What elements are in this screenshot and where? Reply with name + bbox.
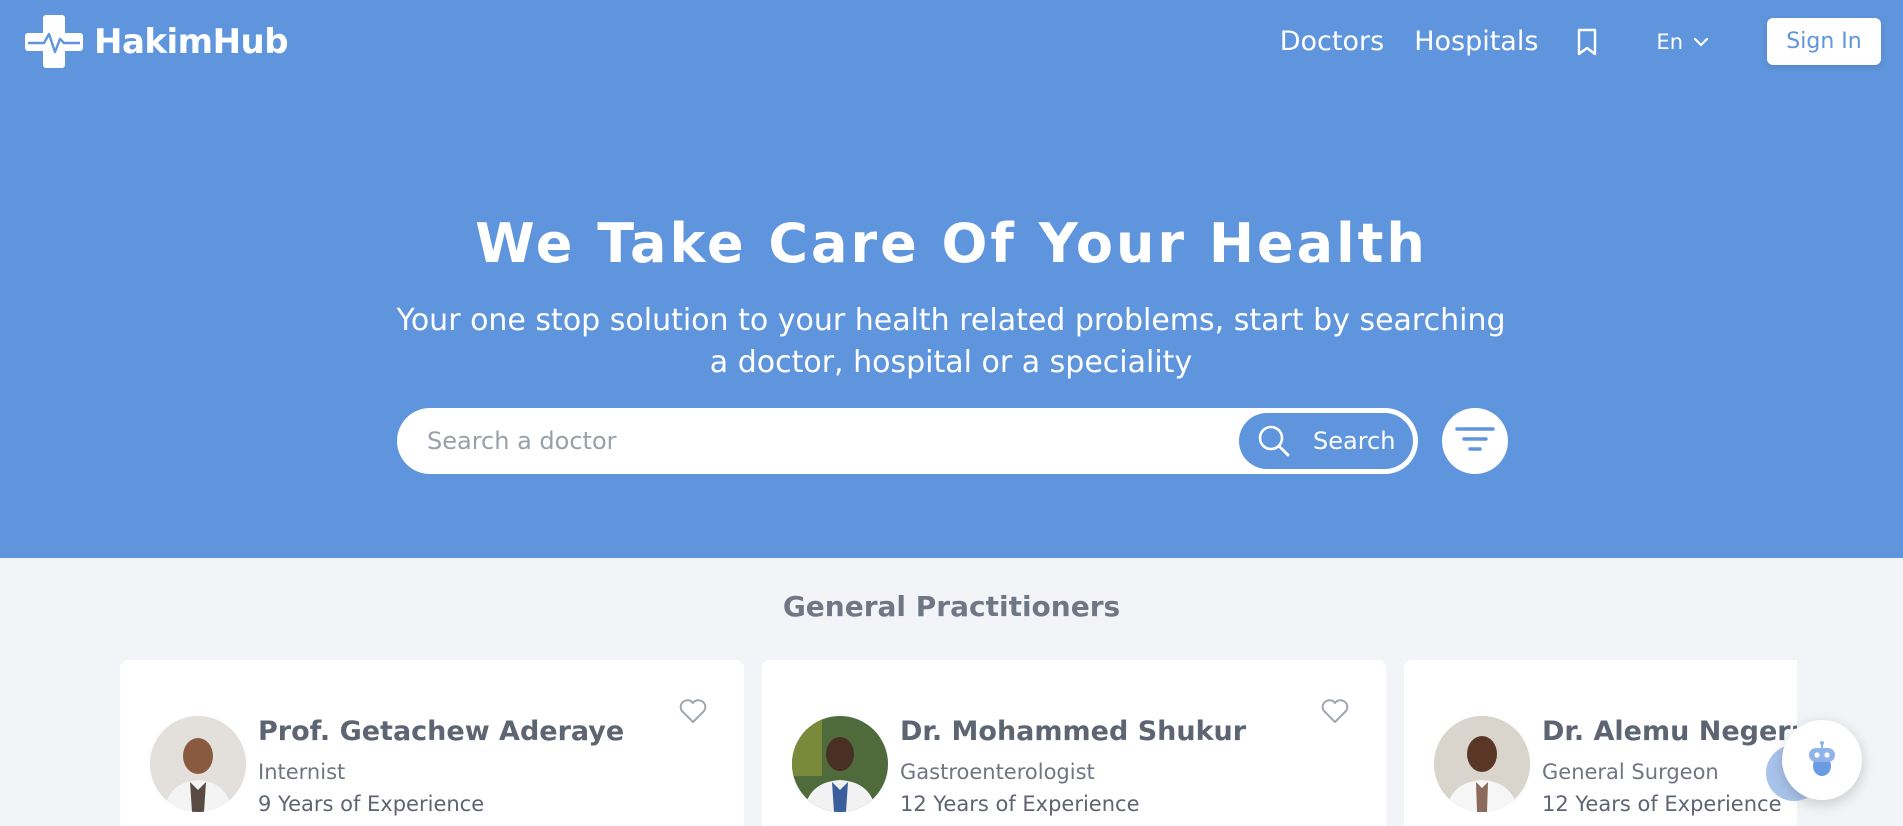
doctor-avatar bbox=[150, 716, 246, 812]
doctor-cards-carousel: Prof. Getachew Aderaye Internist 9 Years… bbox=[120, 660, 1797, 826]
hero-subtitle: Your one stop solution to your health re… bbox=[396, 303, 1506, 380]
search-button[interactable]: Search bbox=[1239, 413, 1413, 469]
search-button-label: Search bbox=[1313, 427, 1396, 455]
doctor-specialty: Gastroenterologist bbox=[900, 760, 1095, 784]
medical-cross-pulse-icon bbox=[25, 15, 83, 68]
doctor-card[interactable]: Dr. Alemu Negera General Surgeon 12 Year… bbox=[1404, 660, 1797, 826]
doctor-avatar bbox=[1434, 716, 1530, 812]
language-selector[interactable]: En bbox=[1656, 30, 1709, 54]
chatbot-button[interactable] bbox=[1782, 720, 1862, 800]
doctor-specialty: Internist bbox=[258, 760, 346, 784]
top-nav: Doctors Hospitals En Sign In bbox=[1250, 18, 1881, 65]
search-icon bbox=[1258, 425, 1290, 457]
filter-icon bbox=[1455, 427, 1495, 451]
bookmark-button[interactable] bbox=[1574, 27, 1600, 57]
hero-banner: HakimHub Doctors Hospitals En Sign In We… bbox=[0, 0, 1903, 558]
doctor-specialty: General Surgeon bbox=[1542, 760, 1719, 784]
brand-name: HakimHub bbox=[94, 21, 289, 62]
doctor-card[interactable]: Prof. Getachew Aderaye Internist 9 Years… bbox=[120, 660, 744, 826]
heart-icon[interactable] bbox=[678, 696, 708, 724]
doctor-card[interactable]: Dr. Mohammed Shukur Gastroenterologist 1… bbox=[762, 660, 1386, 826]
doctor-avatar bbox=[792, 716, 888, 812]
search-input[interactable] bbox=[427, 421, 1207, 461]
doctor-name[interactable]: Dr. Mohammed Shukur bbox=[900, 716, 1246, 747]
filter-button[interactable] bbox=[1442, 408, 1508, 474]
sign-in-button[interactable]: Sign In bbox=[1767, 18, 1881, 65]
nav-link-doctors[interactable]: Doctors bbox=[1280, 26, 1384, 57]
search-bar: Search bbox=[397, 408, 1418, 474]
doctor-experience: 12 Years of Experience bbox=[900, 792, 1140, 816]
language-label: En bbox=[1656, 29, 1683, 54]
section-title: General Practitioners bbox=[782, 590, 1121, 623]
bookmark-icon bbox=[1578, 28, 1597, 55]
doctor-name[interactable]: Prof. Getachew Aderaye bbox=[258, 716, 624, 747]
chevron-down-icon bbox=[1693, 37, 1709, 47]
robot-icon bbox=[1809, 741, 1835, 776]
doctor-name[interactable]: Dr. Alemu Negera bbox=[1542, 716, 1797, 747]
doctor-experience: 12 Years of Experience bbox=[1542, 792, 1782, 816]
logo[interactable]: HakimHub bbox=[24, 12, 289, 71]
nav-link-hospitals[interactable]: Hospitals bbox=[1414, 26, 1538, 57]
hero-title: We Take Care Of Your Health bbox=[475, 212, 1428, 275]
doctor-experience: 9 Years of Experience bbox=[258, 792, 485, 816]
heart-icon[interactable] bbox=[1320, 696, 1350, 724]
